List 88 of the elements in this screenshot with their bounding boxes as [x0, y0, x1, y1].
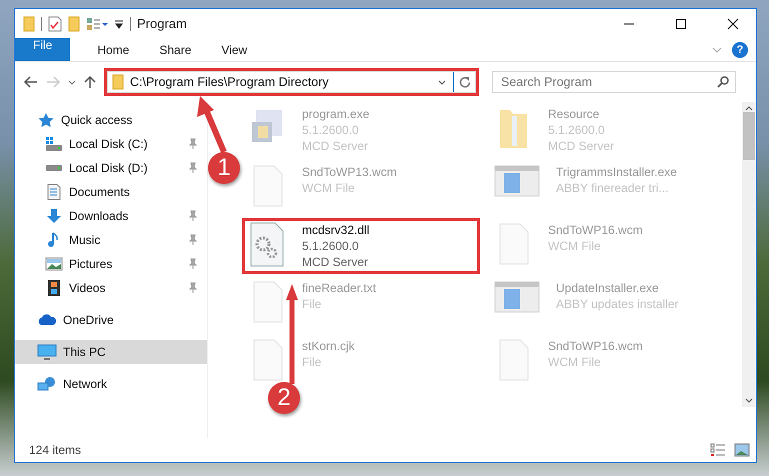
file-name: SndToWP16.wcm	[548, 338, 643, 354]
file-name: program.exe	[302, 106, 370, 122]
drive-icon	[45, 136, 63, 152]
star-icon	[37, 112, 55, 128]
ribbon-tab[interactable]: Home	[82, 38, 144, 61]
pin-icon	[187, 138, 199, 150]
refresh-icon	[458, 76, 470, 88]
sidebar-item[interactable]: Pictures	[15, 252, 207, 276]
folder-icon	[23, 16, 35, 32]
window-title: Program	[137, 16, 188, 31]
monitor-icon	[37, 344, 57, 360]
file-name: TrigrammsInstaller.exe	[556, 164, 677, 180]
up-arrow-icon	[83, 75, 97, 89]
drive-icon	[45, 164, 63, 172]
pin-icon	[187, 282, 199, 294]
up-button[interactable]	[83, 75, 97, 89]
download-icon	[45, 208, 63, 224]
details-view-icon	[710, 443, 726, 457]
file-detail: MCD Server	[548, 138, 614, 154]
installer-window-icon	[494, 280, 542, 314]
details-view-button[interactable]	[710, 443, 726, 457]
file-detail: ABBY updates installer	[556, 296, 679, 312]
file-detail: WCM File	[548, 354, 602, 370]
sidebar-item[interactable]: Music	[15, 228, 207, 252]
file-detail: 5.1.2600.0	[548, 122, 606, 138]
file-name: SndToWP16.wcm	[548, 222, 643, 238]
file-name: Resource	[548, 106, 600, 122]
dropdown-icon	[114, 18, 124, 28]
document-icon	[45, 184, 63, 200]
annotation-arrow	[197, 96, 227, 154]
folder-icon	[112, 74, 124, 90]
sidebar-item[interactable]: Local Disk (D:)	[15, 156, 207, 180]
cloud-icon	[37, 312, 57, 328]
sidebar-item[interactable]: Network	[15, 372, 207, 396]
file-detail: MCD Server	[302, 138, 370, 154]
sidebar-item[interactable]: Downloads	[15, 204, 207, 228]
file-name: SndToWP13.wcm	[302, 164, 397, 180]
file-detail: 5.1.2600.0	[302, 238, 360, 254]
file-name: mcdsrv32.dll	[302, 222, 370, 238]
close-icon	[727, 18, 739, 30]
file-detail: File	[302, 354, 322, 370]
sidebar-item[interactable]: Videos	[15, 276, 207, 300]
scrollbar[interactable]	[742, 102, 756, 407]
installer-window-icon	[494, 164, 542, 198]
pin-icon	[187, 234, 199, 246]
search-field[interactable]: Search Program	[492, 71, 736, 93]
file-detail: WCM File	[302, 180, 356, 196]
network-icon	[37, 376, 57, 392]
help-button[interactable]: ?	[732, 42, 748, 58]
file-detail: WCM File	[548, 238, 602, 254]
back-arrow-icon	[23, 75, 39, 89]
file-item[interactable]: mcdsrv32.dll 5.1.2600.0 MCD Server	[244, 220, 478, 272]
film-icon	[45, 280, 63, 296]
ribbon-tab[interactable]: View	[206, 38, 262, 61]
ribbon-tab[interactable]: Share	[144, 38, 206, 61]
file-detail: File	[302, 296, 322, 312]
sidebar-item[interactable]: Quick access	[15, 108, 207, 132]
back-button[interactable]	[23, 75, 39, 89]
item-count: 124 items	[29, 443, 82, 457]
file-name: UpdateInstaller.exe	[556, 280, 660, 296]
sidebar-item[interactable]: OneDrive	[15, 308, 207, 332]
folder-icon	[68, 16, 80, 32]
search-icon	[717, 76, 729, 88]
file-detail: MCD Server	[302, 254, 370, 270]
forward-arrow-icon	[45, 75, 61, 89]
thumbnail-view-icon	[734, 443, 750, 457]
picture-icon	[45, 256, 63, 272]
pin-icon	[187, 162, 199, 174]
properties-icon	[48, 16, 62, 32]
sidebar-item[interactable]: Local Disk (C:)	[15, 132, 207, 156]
file-name: fineReader.txt	[302, 280, 376, 296]
thumbnail-view-button[interactable]	[734, 443, 750, 457]
file-name: stKorn.cjk	[302, 338, 355, 354]
file-menu-button[interactable]: File	[15, 38, 70, 61]
address-path: C:\Program Files\Program Directory	[130, 75, 330, 89]
maximize-icon	[675, 18, 687, 30]
scroll-up-icon	[744, 104, 754, 112]
details-view-icon	[86, 16, 108, 30]
file-detail: ABBY finereader tri...	[556, 180, 670, 196]
pin-icon	[187, 210, 199, 222]
address-bar[interactable]: C:\Program Files\Program Directory	[107, 71, 476, 93]
file-detail: 5.1.2600.0	[302, 122, 360, 138]
expand-ribbon-icon	[712, 46, 722, 52]
sidebar-item[interactable]: This PC	[15, 340, 207, 364]
pin-icon	[187, 258, 199, 270]
scroll-down-icon	[744, 397, 754, 405]
sidebar-item[interactable]: Documents	[15, 180, 207, 204]
scrollbar-thumb[interactable]	[743, 112, 755, 160]
